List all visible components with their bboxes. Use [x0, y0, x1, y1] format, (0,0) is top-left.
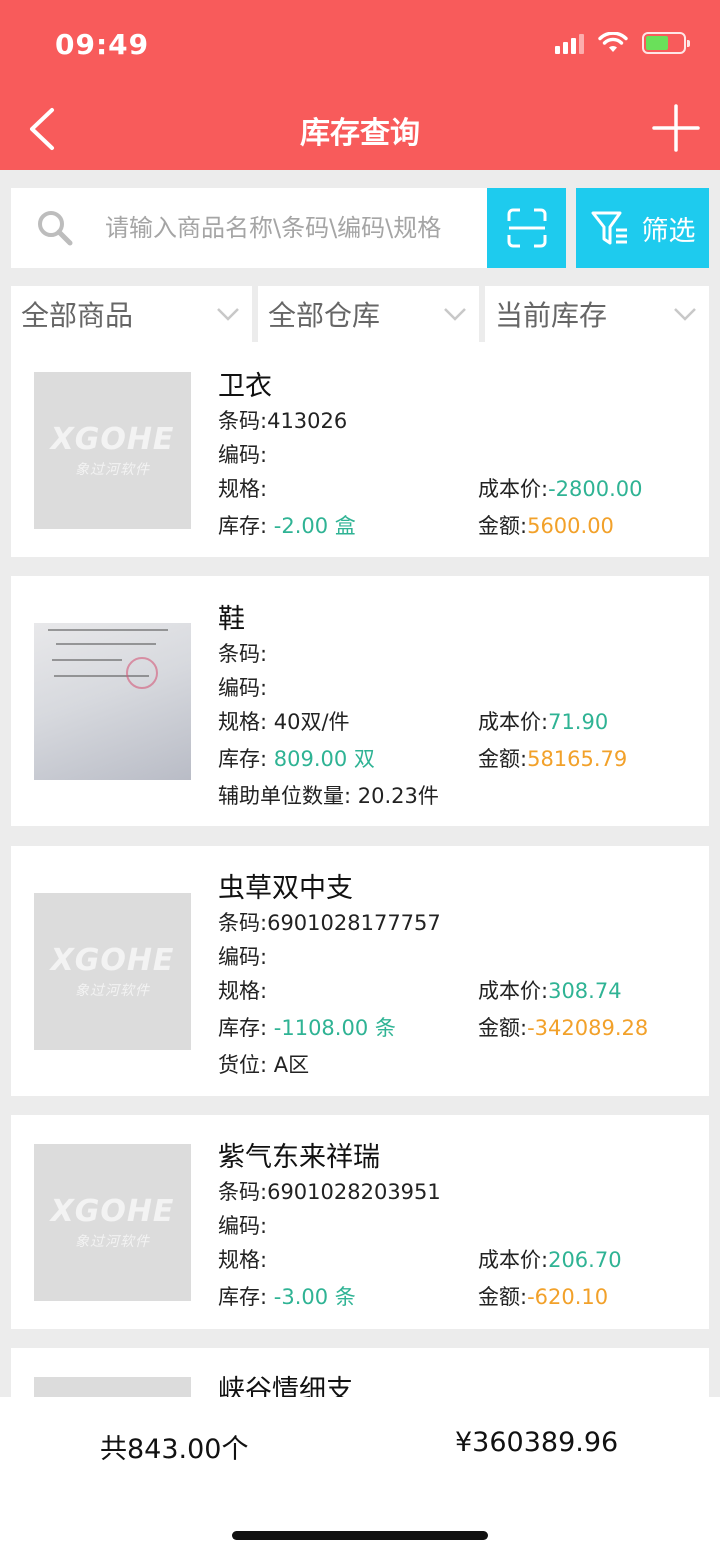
status-time: 09:49: [55, 28, 150, 61]
filter-button[interactable]: 筛选: [576, 188, 709, 268]
dropdown-label: 当前库存: [495, 299, 608, 332]
code-row: 编码:: [218, 945, 268, 969]
wifi-icon: [598, 32, 628, 52]
aux-unit-row: 辅助单位数量: 20.23件: [218, 784, 439, 808]
product-image-placeholder: XGOHE 象过河软件: [34, 893, 191, 1050]
barcode-row: 条码:: [218, 642, 268, 666]
product-card[interactable]: 峡谷情细支: [11, 1348, 709, 1397]
product-image-placeholder: [34, 1377, 191, 1397]
spec-row: 规格: 40双/件: [218, 710, 350, 734]
dropdown-label: 全部商品: [21, 299, 134, 332]
product-name: 卫衣: [218, 371, 272, 402]
page-title: 库存查询: [300, 116, 420, 151]
product-card[interactable]: XGOHE 象过河软件 紫气东来祥瑞 条码:6901028203951 编码: …: [11, 1115, 709, 1329]
search-icon: [38, 211, 73, 246]
logo-subtext: 象过河软件: [75, 1234, 150, 1250]
dropdown-all-products[interactable]: 全部商品: [11, 286, 252, 342]
product-name: 鞋: [218, 604, 245, 635]
spec-row: 规格:: [218, 979, 268, 1003]
product-name: 紫气东来祥瑞: [218, 1142, 380, 1173]
total-count: 共843.00个: [100, 1434, 249, 1465]
battery-icon: [642, 32, 690, 54]
chevron-down-icon: [674, 308, 696, 321]
cost-row: 成本价:308.74: [478, 979, 622, 1003]
add-icon[interactable]: [652, 104, 700, 152]
logo-text: XGOHE: [50, 1194, 175, 1229]
summary-footer: 共843.00个 ¥360389.96: [0, 1397, 720, 1558]
dropdown-current-stock[interactable]: 当前库存: [485, 286, 709, 342]
cost-row: 成本价:206.70: [478, 1248, 622, 1272]
product-image-placeholder: XGOHE 象过河软件: [34, 372, 191, 529]
barcode-row: 条码:413026: [218, 409, 348, 433]
cost-row: 成本价:71.90: [478, 710, 609, 734]
product-list: XGOHE 象过河软件 卫衣 条码:413026 编码: 规格: 成本价:-28…: [11, 342, 709, 1397]
stock-row: 库存: 809.00 双: [218, 747, 375, 771]
home-indicator[interactable]: [232, 1531, 488, 1540]
logo-subtext: 象过河软件: [75, 462, 150, 478]
filter-icon: [591, 211, 627, 245]
status-icons: [555, 32, 690, 54]
code-row: 编码:: [218, 1214, 268, 1238]
product-photo: [34, 623, 191, 780]
stock-row: 库存: -1108.00 条: [218, 1016, 396, 1040]
search-bar: [11, 188, 487, 268]
scan-icon: [507, 208, 546, 248]
header: 09:49 库存查询: [0, 0, 720, 170]
stock-row: 库存: -2.00 盒: [218, 514, 356, 538]
product-name: 峡谷情细支: [218, 1375, 353, 1397]
amount-row: 金额:5600.00: [478, 514, 614, 538]
code-row: 编码:: [218, 443, 268, 467]
product-card[interactable]: 鞋 条码: 编码: 规格: 40双/件 成本价:71.90 库存: 809.00…: [11, 576, 709, 826]
spec-row: 规格:: [218, 1248, 268, 1272]
dropdown-all-warehouses[interactable]: 全部仓库: [258, 286, 479, 342]
code-row: 编码:: [218, 676, 268, 700]
product-image-placeholder: XGOHE 象过河软件: [34, 1144, 191, 1301]
cellular-signal-icon: [555, 32, 584, 54]
location-row: 货位: A区: [218, 1053, 310, 1077]
stock-row: 库存: -3.00 条: [218, 1285, 356, 1309]
chevron-down-icon: [444, 308, 466, 321]
product-card[interactable]: XGOHE 象过河软件 卫衣 条码:413026 编码: 规格: 成本价:-28…: [11, 342, 709, 557]
scan-button[interactable]: [487, 188, 566, 268]
logo-subtext: 象过河软件: [75, 983, 150, 999]
barcode-row: 条码:6901028177757: [218, 911, 441, 935]
dropdown-label: 全部仓库: [268, 299, 381, 332]
amount-row: 金额:58165.79: [478, 747, 628, 771]
filter-label: 筛选: [641, 215, 696, 247]
total-amount: ¥360389.96: [455, 1427, 619, 1458]
spec-row: 规格:: [218, 477, 268, 501]
logo-text: XGOHE: [50, 422, 175, 457]
search-input[interactable]: [105, 214, 465, 242]
logo-text: XGOHE: [50, 943, 175, 978]
chevron-down-icon: [217, 308, 239, 321]
amount-row: 金额:-620.10: [478, 1285, 609, 1309]
amount-row: 金额:-342089.28: [478, 1016, 649, 1040]
product-name: 虫草双中支: [218, 873, 353, 904]
product-card[interactable]: XGOHE 象过河软件 虫草双中支 条码:6901028177757 编码: 规…: [11, 846, 709, 1096]
cost-row: 成本价:-2800.00: [478, 477, 643, 501]
barcode-row: 条码:6901028203951: [218, 1180, 441, 1204]
